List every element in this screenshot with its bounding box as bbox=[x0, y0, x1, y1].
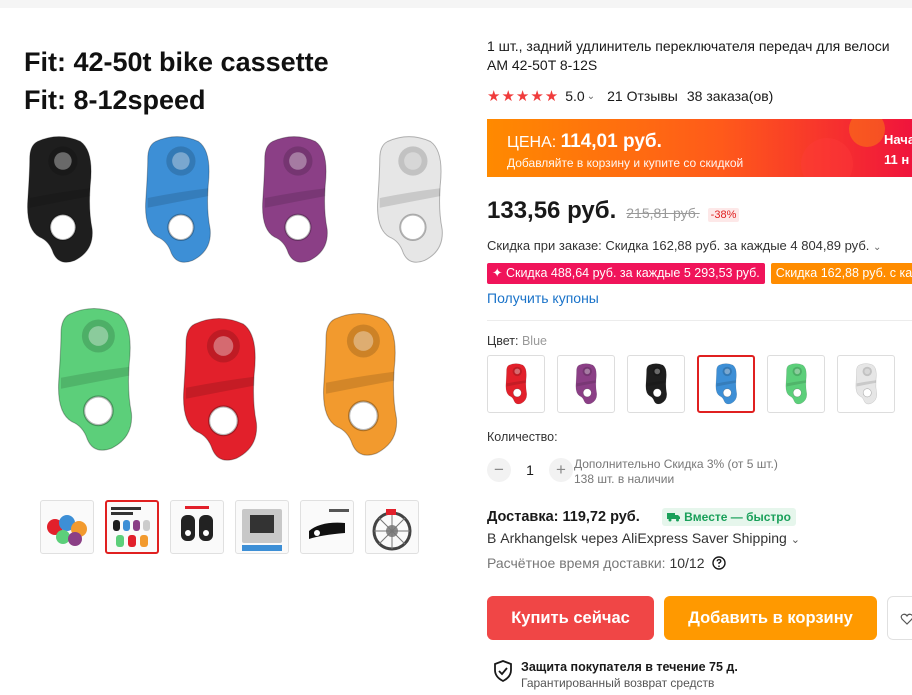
quantity-label: Количество: bbox=[487, 430, 558, 444]
price-row: 133,56 руб. 215,81 руб. -38% bbox=[487, 197, 740, 225]
color-swatch-red[interactable] bbox=[487, 355, 545, 413]
product-title: 1 шт., задний удлинитель переключателя п… bbox=[487, 37, 912, 75]
hanger-orange-image bbox=[315, 305, 403, 470]
rating-stars-icon: ★★★★★ bbox=[487, 88, 560, 105]
quantity-minus-button[interactable]: − bbox=[487, 458, 511, 482]
stock-info: 138 шт. в наличии bbox=[574, 472, 675, 486]
buyer-protection: Защита покупателя в течение 75 д. Гарант… bbox=[493, 660, 738, 690]
add-to-cart-button[interactable]: Добавить в корзину bbox=[664, 596, 877, 640]
color-swatch-white[interactable] bbox=[837, 355, 895, 413]
truck-icon bbox=[666, 513, 680, 522]
promo-countdown-line-1: Нача bbox=[884, 132, 912, 147]
promo-price: ЦЕНА: 114,01 руб. bbox=[507, 131, 662, 153]
main-product-image[interactable]: Fit: 42-50t bike cassette Fit: 8-12speed bbox=[10, 30, 460, 490]
estimated-delivery-label: Расчётное время доставки: bbox=[487, 555, 670, 571]
color-label-text: Цвет: bbox=[487, 334, 522, 348]
buy-now-button[interactable]: Купить сейчас bbox=[487, 596, 654, 640]
promo-subtitle: Добавляйте в корзину и купите со скидкой bbox=[507, 156, 744, 170]
question-icon[interactable] bbox=[712, 556, 727, 570]
reviews-link[interactable]: 21 Отзывы bbox=[607, 88, 678, 104]
thumbnail-3[interactable] bbox=[170, 500, 224, 554]
together-fast-text: Вместе — быстро bbox=[684, 510, 791, 524]
hanger-black-image bbox=[20, 130, 98, 275]
thumbnail-6[interactable] bbox=[365, 500, 419, 554]
hanger-silver-image bbox=[370, 130, 448, 275]
selected-color: Blue bbox=[521, 334, 547, 348]
chevron-down-icon[interactable]: ⌄ bbox=[587, 91, 595, 102]
wishlist-button[interactable] bbox=[887, 596, 912, 640]
thumbnail-strip bbox=[40, 500, 419, 554]
thumbnail-2[interactable] bbox=[105, 500, 159, 554]
bulk-discount-info: Дополнительно Скидка 3% (от 5 шт.) bbox=[574, 457, 778, 471]
thumbnail-4[interactable] bbox=[235, 500, 289, 554]
buyer-protection-subtitle: Гарантированный возврат средств bbox=[521, 676, 715, 690]
store-discount-chip[interactable]: ✦ Скидка 488,64 руб. за каждые 5 293,53 … bbox=[487, 263, 765, 284]
promo-countdown-line-2: 11 н bbox=[884, 152, 910, 167]
shipping-method-text: В Arkhangelsk через AliExpress Saver Shi… bbox=[487, 530, 787, 546]
order-discount-info[interactable]: Скидка при заказе: Скидка 162,88 руб. за… bbox=[487, 238, 881, 253]
rating-value[interactable]: 5.0 bbox=[565, 88, 584, 104]
hanger-green-image bbox=[50, 300, 138, 465]
buyer-protection-title: Защита покупателя в течение 75 д. bbox=[521, 660, 738, 674]
color-swatches bbox=[487, 355, 895, 413]
top-bar bbox=[0, 0, 912, 8]
estimated-delivery-date: 10/12 bbox=[669, 555, 705, 571]
color-swatch-green[interactable] bbox=[767, 355, 825, 413]
chevron-down-icon: ⌄ bbox=[873, 242, 882, 253]
promo-price-banner[interactable]: ЦЕНА: 114,01 руб. Добавляйте в корзину и… bbox=[487, 119, 912, 177]
discount-badge: -38% bbox=[707, 208, 740, 222]
together-fast-badge: Вместе — быстро bbox=[661, 508, 796, 526]
image-caption-fit-cassette: Fit: 42-50t bike cassette bbox=[24, 47, 329, 77]
image-caption-fit-speed: Fit: 8-12speed bbox=[24, 85, 206, 115]
promo-price-label: ЦЕНА: bbox=[507, 134, 561, 151]
quantity-plus-button[interactable]: + bbox=[549, 458, 573, 482]
estimated-delivery: Расчётное время доставки: 10/12 bbox=[487, 555, 727, 571]
product-title-line-2: AM 42-50T 8-12S bbox=[487, 57, 598, 73]
delivery-price: Доставка: 119,72 руб. bbox=[487, 509, 640, 525]
current-price: 133,56 руб. bbox=[487, 197, 617, 224]
color-swatch-purple[interactable] bbox=[557, 355, 615, 413]
shield-check-icon bbox=[494, 660, 512, 682]
promo-countdown: Нача 11 н bbox=[884, 130, 912, 170]
color-label: Цвет: Blue bbox=[487, 334, 547, 348]
chevron-down-icon: ⌄ bbox=[790, 534, 800, 546]
get-coupons-link[interactable]: Получить купоны bbox=[487, 290, 599, 306]
coupon-discount-chip[interactable]: Скидка 162,88 руб. с каж bbox=[770, 263, 912, 284]
delivery-row: Доставка: 119,72 руб. Вместе — быстро bbox=[487, 508, 796, 526]
old-price: 215,81 руб. bbox=[626, 205, 700, 221]
quantity-input[interactable]: 1 bbox=[511, 462, 549, 478]
orders-count: 38 заказа(ов) bbox=[686, 88, 774, 104]
order-discount-text: Скидка при заказе: Скидка 162,88 руб. за… bbox=[487, 238, 870, 253]
color-swatch-blue[interactable] bbox=[697, 355, 755, 413]
hanger-red-image bbox=[175, 310, 263, 475]
thumbnail-5[interactable] bbox=[300, 500, 354, 554]
shipping-method[interactable]: В Arkhangelsk через AliExpress Saver Shi… bbox=[487, 530, 800, 546]
hanger-blue-image bbox=[138, 130, 216, 275]
promo-price-value: 114,01 руб. bbox=[560, 131, 662, 152]
quantity-stepper: − 1 + bbox=[487, 458, 573, 482]
discount-chips: ✦ Скидка 488,64 руб. за каждые 5 293,53 … bbox=[487, 263, 912, 284]
heart-icon bbox=[900, 613, 912, 625]
rating-row: ★★★★★ 5.0 ⌄ 21 Отзывы 38 заказа(ов) bbox=[487, 87, 773, 105]
hanger-purple-image bbox=[255, 130, 333, 275]
product-title-line-1: 1 шт., задний удлинитель переключателя п… bbox=[487, 38, 890, 54]
thumbnail-1[interactable] bbox=[40, 500, 94, 554]
divider bbox=[487, 320, 912, 321]
color-swatch-black[interactable] bbox=[627, 355, 685, 413]
quantity-info: Дополнительно Скидка 3% (от 5 шт.) 138 ш… bbox=[574, 457, 778, 487]
